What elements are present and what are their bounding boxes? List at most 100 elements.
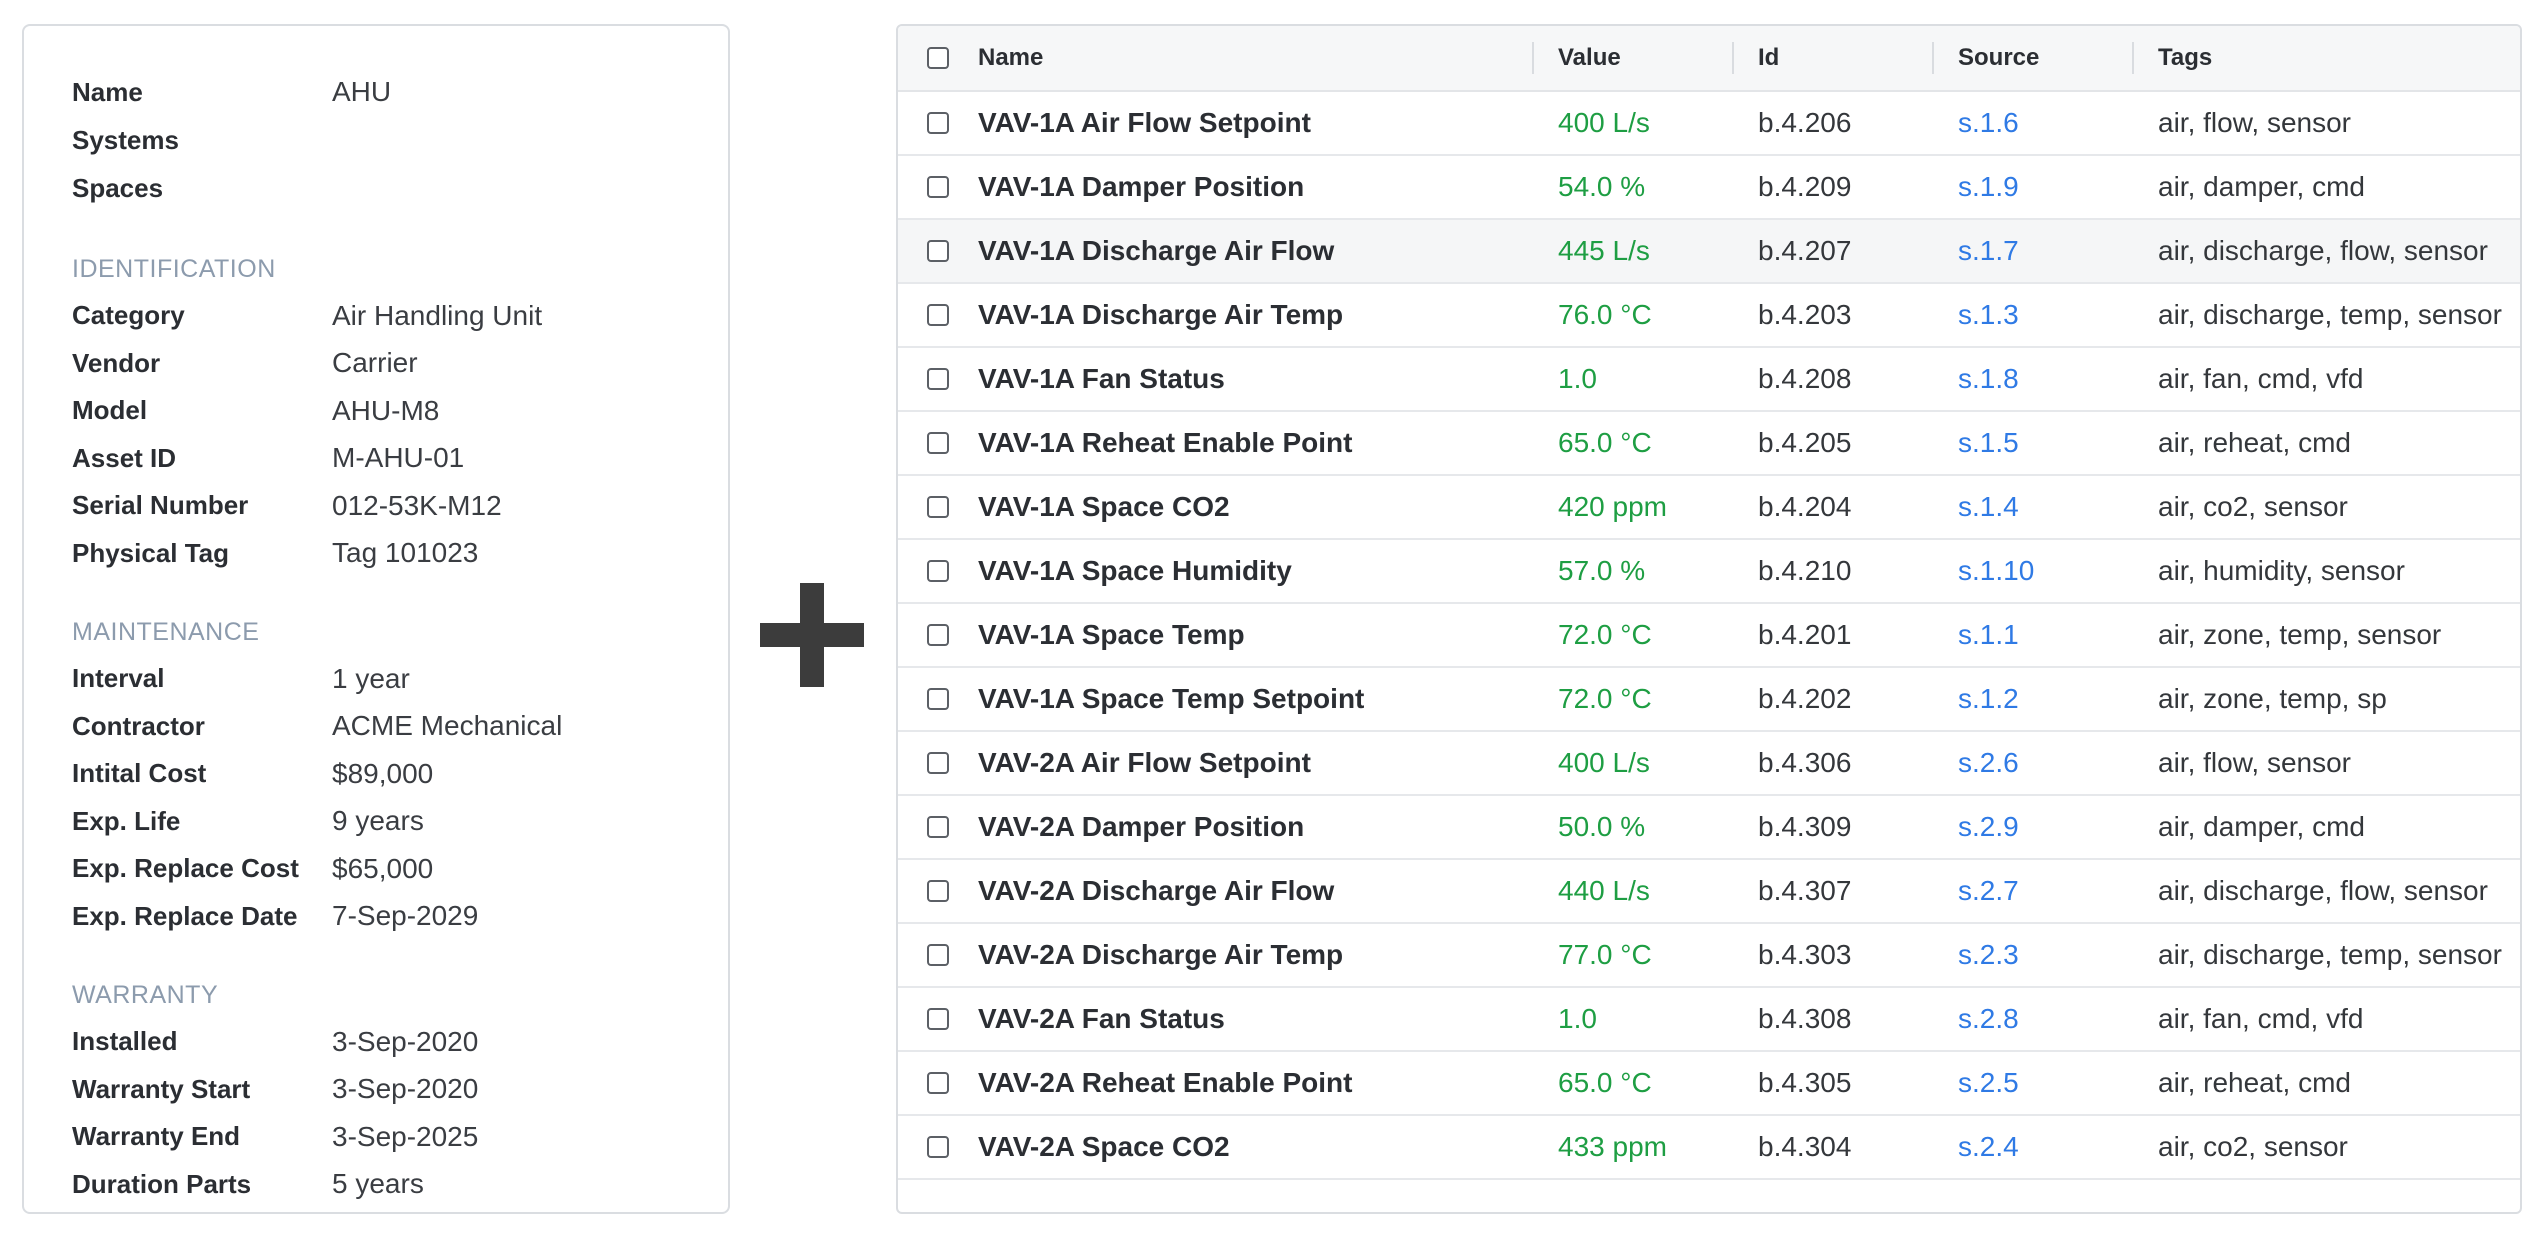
- detail-field: Physical Tag Tag 101023: [72, 530, 728, 578]
- cell-name: VAV-2A Air Flow Setpoint: [978, 747, 1311, 778]
- detail-value: ACME Mechanical: [332, 710, 563, 742]
- cell-source-link[interactable]: s.1.3: [1934, 299, 2134, 331]
- cell-value: 433 ppm: [1558, 1131, 1667, 1162]
- table-row[interactable]: VAV-2A Discharge Air Flow 440 L/s b.4.307 s…: [898, 860, 2520, 924]
- table-row[interactable]: VAV-2A Space CO2 433 ppm b.4.304 s.2.4 air, …: [898, 1116, 2520, 1180]
- row-checkbox[interactable]: [927, 1072, 949, 1094]
- table-row[interactable]: VAV-1A Discharge Air Temp 76.0 °C b.4.203 s…: [898, 284, 2520, 348]
- cell-id: b.4.308: [1758, 1003, 1852, 1034]
- row-checkbox[interactable]: [927, 816, 949, 838]
- row-checkbox-cell: [898, 1008, 978, 1030]
- cell-source-link[interactable]: s.1.8: [1934, 363, 2134, 395]
- cell-tags: air, discharge, temp, sensor: [2158, 299, 2502, 330]
- column-header-id[interactable]: Id: [1734, 26, 1934, 90]
- detail-label: Name: [72, 76, 143, 107]
- table-row[interactable]: VAV-1A Reheat Enable Point 65.0 °C b.4.205…: [898, 412, 2520, 476]
- detail-label: Duration Parts: [72, 1168, 252, 1199]
- detail-field: Exp. Replace Cost $65,000: [72, 845, 728, 893]
- cell-source-link[interactable]: s.2.7: [1934, 875, 2134, 907]
- cell-id: b.4.309: [1758, 811, 1852, 842]
- row-checkbox[interactable]: [927, 880, 949, 902]
- cell-id: b.4.201: [1758, 619, 1852, 650]
- header-checkbox-cell: [898, 26, 978, 90]
- row-checkbox[interactable]: [927, 112, 949, 134]
- detail-label: Interval: [72, 663, 165, 694]
- detail-field: Installed 3-Sep-2020: [72, 1018, 728, 1066]
- table-row[interactable]: VAV-2A Damper Position 50.0 % b.4.309 s.2.9…: [898, 796, 2520, 860]
- cell-source-link[interactable]: s.2.6: [1934, 747, 2134, 779]
- column-header-tags[interactable]: Tags: [2134, 26, 2520, 90]
- cell-id: b.4.305: [1758, 1067, 1852, 1098]
- detail-label: Serial Number: [72, 490, 249, 521]
- cell-source-link[interactable]: s.2.8: [1934, 1003, 2134, 1035]
- row-checkbox[interactable]: [927, 688, 949, 710]
- detail-field: Model AHU-M8: [72, 387, 728, 435]
- cell-value: 400 L/s: [1558, 107, 1650, 138]
- table-row[interactable]: VAV-2A Discharge Air Temp 77.0 °C b.4.303 s…: [898, 924, 2520, 988]
- cell-source-link[interactable]: s.1.2: [1934, 683, 2134, 715]
- table-row[interactable]: VAV-2A Air Flow Setpoint 400 L/s b.4.306 s.…: [898, 732, 2520, 796]
- cell-name: VAV-1A Discharge Air Flow: [978, 235, 1335, 266]
- cell-id: b.4.205: [1758, 427, 1852, 458]
- table-row[interactable]: VAV-1A Damper Position 54.0 % b.4.209 s.1.9…: [898, 156, 2520, 220]
- cell-source-link[interactable]: s.1.1: [1934, 619, 2134, 651]
- row-checkbox[interactable]: [927, 240, 949, 262]
- detail-label: Asset ID: [72, 442, 177, 473]
- table-row[interactable]: VAV-1A Space Temp 72.0 °C b.4.201 s.1.1 air,…: [898, 604, 2520, 668]
- detail-value: AHU: [332, 76, 392, 107]
- cell-source-link[interactable]: s.2.3: [1934, 939, 2134, 971]
- row-checkbox[interactable]: [927, 304, 949, 326]
- row-checkbox[interactable]: [927, 176, 949, 198]
- cell-value: 72.0 °C: [1558, 683, 1652, 714]
- row-checkbox-cell: [898, 112, 978, 134]
- cell-value: 445 L/s: [1558, 235, 1650, 266]
- row-checkbox[interactable]: [927, 496, 949, 518]
- select-all-checkbox[interactable]: [927, 47, 949, 69]
- table-row[interactable]: VAV-1A Air Flow Setpoint 400 L/s b.4.206 s.…: [898, 92, 2520, 156]
- detail-field: Category Air Handling Unit: [72, 292, 728, 340]
- cell-value: 77.0 °C: [1558, 939, 1652, 970]
- row-checkbox[interactable]: [927, 432, 949, 454]
- cell-tags: air, discharge, temp, sensor: [2158, 939, 2502, 970]
- cell-source-link[interactable]: s.1.9: [1934, 171, 2134, 203]
- cell-source-link[interactable]: s.1.6: [1934, 107, 2134, 139]
- cell-source-link[interactable]: s.1.7: [1934, 235, 2134, 267]
- table-row[interactable]: VAV-2A Fan Status 1.0 b.4.308 s.2.8 air, fan…: [898, 988, 2520, 1052]
- row-checkbox[interactable]: [927, 1136, 949, 1158]
- cell-id: b.4.202: [1758, 683, 1852, 714]
- table-row[interactable]: VAV-1A Fan Status 1.0 b.4.208 s.1.8 air, fan…: [898, 348, 2520, 412]
- row-checkbox-cell: [898, 624, 978, 646]
- table-row[interactable]: VAV-1A Space Humidity 57.0 % b.4.210 s.1.10…: [898, 540, 2520, 604]
- table-row[interactable]: VAV-2A Reheat Enable Point 65.0 °C b.4.305…: [898, 1052, 2520, 1116]
- cell-name: VAV-2A Discharge Air Flow: [978, 875, 1335, 906]
- cell-source-link[interactable]: s.1.4: [1934, 491, 2134, 523]
- section-title: MAINTENANCE: [72, 618, 260, 646]
- row-checkbox[interactable]: [927, 624, 949, 646]
- cell-value: 400 L/s: [1558, 747, 1650, 778]
- cell-id: b.4.204: [1758, 491, 1852, 522]
- cell-source-link[interactable]: s.2.9: [1934, 811, 2134, 843]
- row-checkbox[interactable]: [927, 368, 949, 390]
- detail-label: Warranty Start: [72, 1073, 251, 1104]
- table-row[interactable]: VAV-1A Space CO2 420 ppm b.4.204 s.1.4 air, …: [898, 476, 2520, 540]
- column-header-source[interactable]: Source: [1934, 26, 2134, 90]
- cell-value: 440 L/s: [1558, 875, 1650, 906]
- row-checkbox[interactable]: [927, 944, 949, 966]
- column-header-name[interactable]: Name: [978, 26, 1534, 90]
- table-row[interactable]: VAV-1A Space Temp Setpoint 72.0 °C b.4.202…: [898, 668, 2520, 732]
- detail-value: $65,000: [332, 852, 434, 884]
- details-content: Name AHU Systems Spaces IDENTIFICATION Catego…: [24, 26, 728, 1208]
- detail-field: Duration Parts 5 years: [72, 1161, 728, 1209]
- detail-value: AHU-M8: [332, 394, 440, 426]
- cell-tags: air, damper, cmd: [2158, 171, 2365, 202]
- column-header-value[interactable]: Value: [1534, 26, 1734, 90]
- cell-source-link[interactable]: s.1.5: [1934, 427, 2134, 459]
- cell-source-link[interactable]: s.2.4: [1934, 1131, 2134, 1163]
- cell-source-link[interactable]: s.1.10: [1934, 555, 2134, 587]
- row-checkbox[interactable]: [927, 560, 949, 582]
- cell-source-link[interactable]: s.2.5: [1934, 1067, 2134, 1099]
- detail-field: Warranty Start 3-Sep-2020: [72, 1066, 728, 1114]
- row-checkbox[interactable]: [927, 1008, 949, 1030]
- table-row[interactable]: VAV-1A Discharge Air Flow 445 L/s b.4.207 s…: [898, 220, 2520, 284]
- row-checkbox[interactable]: [927, 752, 949, 774]
